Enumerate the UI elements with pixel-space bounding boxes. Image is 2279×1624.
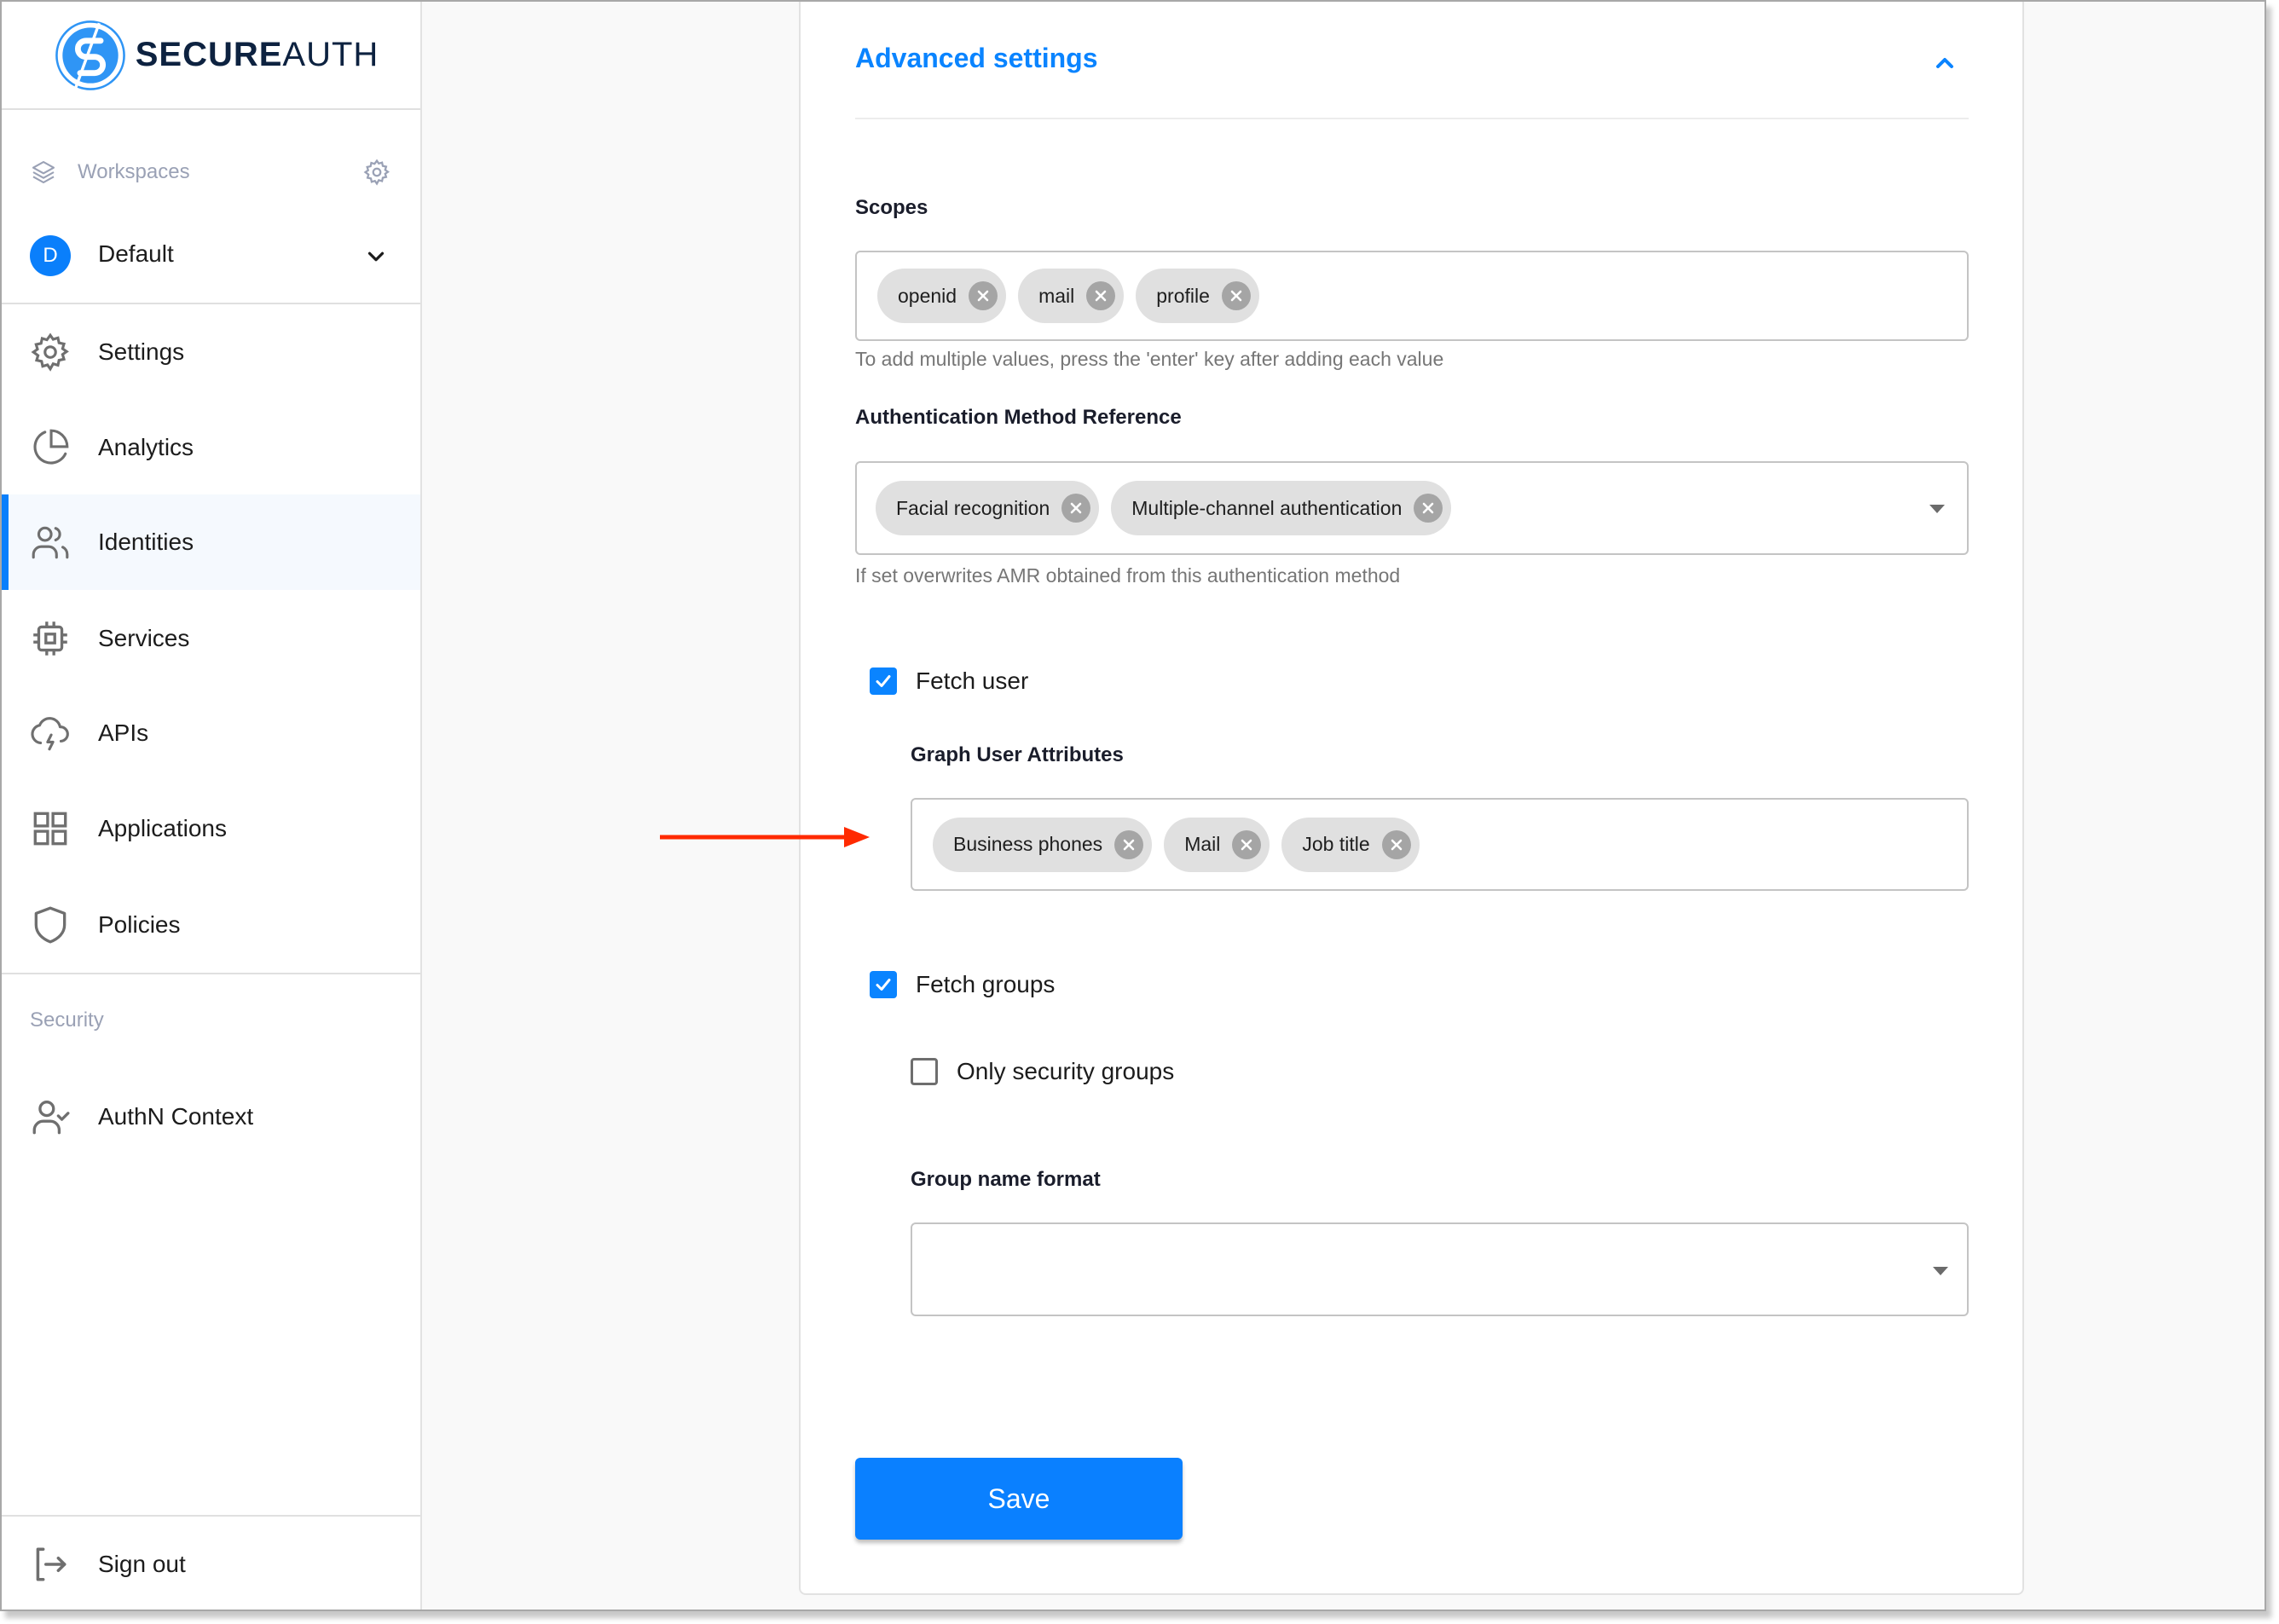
sidebar-item-label: Settings — [98, 338, 185, 365]
brand-name: SECURE AUTH — [136, 36, 379, 74]
workspace-name: Default — [98, 240, 174, 267]
remove-chip-icon[interactable] — [1381, 829, 1411, 859]
sidebar-item-identities[interactable]: Identities — [2, 494, 420, 590]
group-name-format-select[interactable] — [911, 1222, 1969, 1316]
amr-chip: Multiple-channel authentication — [1111, 481, 1452, 535]
remove-chip-icon[interactable] — [1061, 494, 1091, 523]
sidebar-item-apis[interactable]: APIs — [2, 685, 420, 781]
user-check-icon — [32, 1101, 70, 1135]
section-title: Advanced settings — [855, 43, 1098, 73]
sidebar: SECURE AUTH Workspaces D Default Setting… — [2, 2, 422, 1610]
sidebar-item-label: Services — [98, 625, 190, 651]
amr-chip: Facial recognition — [876, 481, 1100, 535]
dropdown-caret-icon[interactable] — [1929, 505, 1945, 513]
brand-name-bold: SECURE — [135, 36, 283, 73]
remove-chip-icon[interactable] — [969, 281, 998, 310]
graph-user-attributes-input[interactable]: Business phones Mail Job title — [911, 798, 1969, 891]
remove-chip-icon[interactable] — [1232, 829, 1262, 859]
sidebar-item-label: Identities — [98, 529, 194, 555]
group-name-format-label: Group name format — [911, 1168, 1101, 1191]
attribute-chip: Job title — [1281, 817, 1420, 872]
chevron-down-icon — [367, 251, 385, 262]
brand-logo[interactable]: SECURE AUTH — [54, 19, 379, 92]
sidebar-item-label: Applications — [98, 815, 227, 841]
fetch-user-label: Fetch user — [916, 668, 1029, 694]
grid-icon — [33, 812, 67, 846]
chip-label: openid — [898, 284, 957, 307]
chip-icon — [33, 621, 67, 656]
remove-chip-icon[interactable] — [1114, 829, 1144, 859]
cloud-lightning-icon — [31, 717, 69, 751]
sign-out-button[interactable]: Sign out — [2, 1517, 420, 1610]
section-divider — [855, 118, 1969, 119]
advanced-settings-toggle[interactable]: Advanced settings — [855, 43, 1969, 85]
checkbox-checked-icon[interactable] — [870, 668, 897, 695]
users-icon — [32, 526, 69, 559]
sidebar-item-applications[interactable]: Applications — [2, 781, 420, 876]
brand-name-light: AUTH — [282, 36, 379, 73]
chip-label: mail — [1038, 284, 1075, 307]
sidebar-item-services[interactable]: Services — [2, 591, 420, 686]
security-section-label: Security — [30, 1008, 104, 1032]
remove-chip-icon[interactable] — [1221, 281, 1251, 310]
remove-chip-icon[interactable] — [1086, 281, 1116, 310]
save-button[interactable]: Save — [855, 1458, 1183, 1540]
shield-icon — [34, 906, 67, 944]
chip-label: Multiple-channel authentication — [1131, 496, 1403, 519]
fetch-groups-checkbox[interactable]: Fetch groups — [870, 971, 1055, 998]
amr-helper-text: If set overwrites AMR obtained from this… — [855, 564, 1401, 587]
only-security-groups-label: Only security groups — [957, 1058, 1175, 1084]
sidebar-item-label: Analytics — [98, 434, 194, 460]
gear-icon — [31, 332, 69, 372]
amr-select[interactable]: Facial recognition Multiple-channel auth… — [855, 461, 1969, 555]
sidebar-item-policies[interactable]: Policies — [2, 877, 420, 973]
sign-out-label: Sign out — [98, 1551, 186, 1577]
dropdown-caret-icon[interactable] — [1933, 1267, 1948, 1275]
fetch-user-checkbox[interactable]: Fetch user — [870, 668, 1028, 695]
scope-chip: mail — [1018, 269, 1125, 323]
workspace-avatar: D — [30, 235, 71, 276]
only-security-groups-checkbox[interactable]: Only security groups — [911, 1058, 1174, 1085]
workspaces-header: Workspaces — [2, 152, 420, 193]
workspace-settings-gear-icon[interactable] — [362, 158, 391, 187]
scope-chip: profile — [1136, 269, 1259, 323]
sidebar-item-authn-context[interactable]: AuthN Context — [2, 1069, 420, 1165]
workspace-selector[interactable]: D Default — [2, 230, 420, 281]
app-window: SECURE AUTH Workspaces D Default Setting… — [0, 0, 2266, 1611]
scopes-helper-text: To add multiple values, press the 'enter… — [855, 348, 1444, 370]
attribute-chip: Mail — [1164, 817, 1270, 872]
logo-header: SECURE AUTH — [2, 2, 420, 110]
scopes-label: Scopes — [855, 196, 928, 219]
chip-label: profile — [1156, 284, 1210, 307]
sign-out-icon — [36, 1547, 67, 1581]
chip-label: Mail — [1184, 833, 1221, 855]
graph-user-attributes-label: Graph User Attributes — [911, 743, 1124, 766]
remove-chip-icon[interactable] — [1414, 494, 1443, 523]
secureauth-logo-icon — [55, 20, 125, 90]
attribute-chip: Business phones — [933, 817, 1153, 872]
advanced-settings-section: Advanced settings Scopes openid mail pro… — [855, 2, 1969, 1610]
checkbox-unchecked-icon[interactable] — [911, 1058, 938, 1085]
annotation-arrow — [660, 827, 870, 847]
scopes-input[interactable]: openid mail profile — [855, 251, 1969, 341]
sidebar-item-label: AuthN Context — [98, 1103, 254, 1130]
sidebar-item-label: APIs — [98, 720, 149, 746]
sidebar-item-label: Policies — [98, 911, 181, 938]
sidebar-divider — [2, 973, 420, 974]
chip-label: Facial recognition — [896, 496, 1050, 519]
workspaces-label: Workspaces — [78, 160, 190, 183]
chevron-up-icon — [1936, 58, 1953, 68]
checkbox-checked-icon[interactable] — [870, 971, 897, 998]
chip-label: Business phones — [953, 833, 1103, 855]
amr-label: Authentication Method Reference — [855, 406, 1182, 429]
sidebar-item-analytics[interactable]: Analytics — [2, 400, 420, 495]
layers-icon — [32, 160, 55, 184]
chip-label: Job title — [1302, 833, 1370, 855]
fetch-groups-label: Fetch groups — [916, 971, 1056, 997]
pie-chart-icon — [33, 429, 69, 465]
sidebar-item-settings[interactable]: Settings — [2, 304, 420, 400]
scope-chip: openid — [877, 269, 1007, 323]
